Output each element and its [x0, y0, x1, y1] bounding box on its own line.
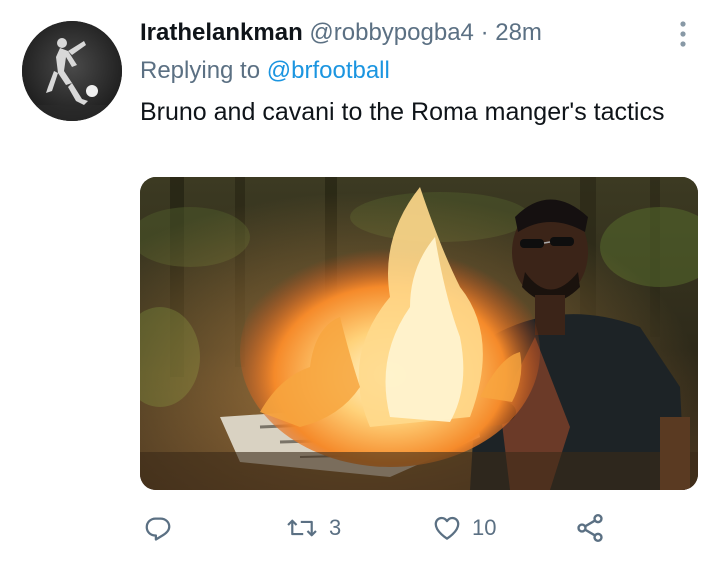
like-button[interactable]: 10 [432, 505, 496, 551]
tweet-media[interactable] [140, 177, 698, 490]
share-button[interactable] [574, 505, 606, 551]
replying-to-mention[interactable]: @brfootball [267, 57, 390, 84]
avatar[interactable] [22, 21, 122, 121]
author-handle[interactable]: @robbypogba4 [309, 19, 473, 46]
replying-to: Replying to @brfootball [140, 54, 390, 88]
reply-icon [143, 513, 173, 543]
retweet-count: 3 [329, 515, 342, 540]
replying-prefix: Replying to [140, 57, 261, 84]
author-name[interactable]: Irathelankman [140, 19, 303, 46]
retweet-icon [285, 513, 319, 543]
burning-newspaper-photo [140, 177, 698, 490]
meta-separator: · [480, 19, 489, 46]
tweet-header: Irathelankman @robbypogba4 · 28m [140, 16, 542, 50]
tweet[interactable]: Irathelankman @robbypogba4 · 28m Replyin… [0, 0, 720, 564]
tweet-text: Bruno and cavani to the Roma manger's ta… [140, 98, 665, 126]
tweet-time[interactable]: 28m [495, 19, 542, 46]
action-bar: 3 10 [0, 505, 720, 551]
share-icon [574, 512, 606, 544]
heart-icon [432, 513, 462, 543]
reply-button[interactable] [143, 505, 173, 551]
retweet-button[interactable]: 3 [285, 505, 341, 551]
like-count: 10 [472, 515, 497, 540]
more-options-icon[interactable] [668, 16, 698, 52]
